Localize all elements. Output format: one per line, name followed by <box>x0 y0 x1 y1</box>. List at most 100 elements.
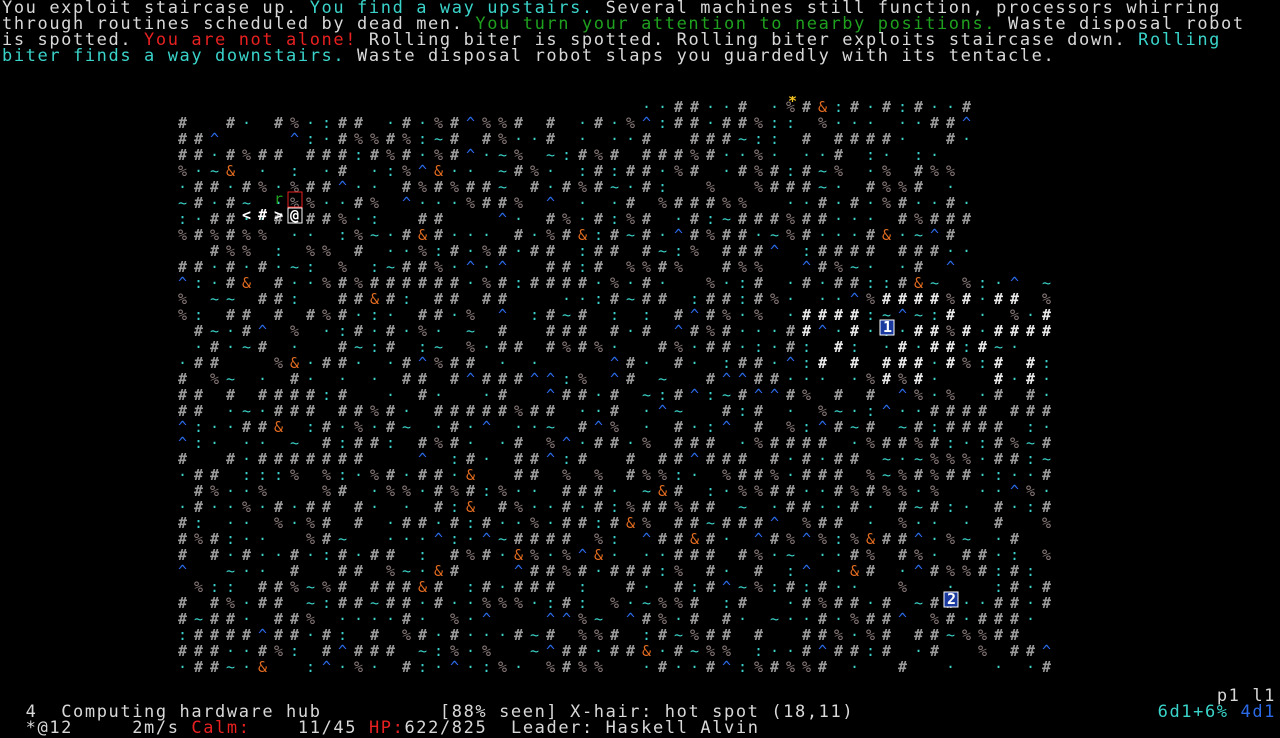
water-tile: ~ <box>210 290 219 308</box>
trap-tile: ^ <box>450 658 459 676</box>
trap-tile: ^ <box>178 562 187 580</box>
wall-tile: # <box>834 642 843 660</box>
floor-tile: · <box>850 658 859 676</box>
rubble-tile: % <box>434 354 443 372</box>
floor-tile: : <box>194 274 203 292</box>
trap-tile: ^ <box>818 322 827 340</box>
wall-tile: # <box>258 594 267 612</box>
rubble-tile: % <box>962 562 971 580</box>
floor-tile: · <box>530 418 539 436</box>
wall-tile: # <box>610 642 619 660</box>
wall-tile: # <box>530 274 539 292</box>
rubble-tile: % <box>498 594 507 612</box>
wall-tile: # <box>946 130 955 148</box>
wall-tile: # <box>546 338 555 356</box>
rubble-tile: % <box>498 658 507 676</box>
wall-tile: # <box>738 162 747 180</box>
wall-tile: # <box>210 658 219 676</box>
rubble-tile: % <box>178 226 187 244</box>
floor-tile: · <box>322 322 331 340</box>
wall-tile: # <box>306 306 315 324</box>
wall-tile: # <box>962 290 971 308</box>
floor-tile: · <box>674 658 683 676</box>
floor-tile: · <box>1010 338 1019 356</box>
rubble-tile: % <box>754 178 763 196</box>
wall-tile: # <box>322 354 331 372</box>
floor-tile: · <box>722 482 731 500</box>
wall-tile: # <box>882 370 891 388</box>
party-marker[interactable]: *@12 <box>26 718 73 738</box>
floor-tile: : <box>562 146 571 164</box>
item-star-icon: * <box>788 96 797 110</box>
trap-tile: ^ <box>290 130 299 148</box>
floor-tile: : <box>338 226 347 244</box>
floor-tile: : <box>194 434 203 452</box>
wall-tile: # <box>738 546 747 564</box>
wall-tile: # <box>818 658 827 676</box>
wall-tile: # <box>322 210 331 228</box>
wall-tile: # <box>594 178 603 196</box>
trap-tile: ^ <box>498 210 507 228</box>
wall-tile: # <box>642 178 651 196</box>
wall-tile: # <box>578 514 587 532</box>
wall-tile: # <box>514 370 523 388</box>
floor-tile: · <box>1026 610 1035 628</box>
wall-tile: # <box>194 658 203 676</box>
wall-tile: # <box>1042 594 1051 612</box>
rubble-tile: % <box>466 546 475 564</box>
wall-tile: # <box>370 434 379 452</box>
floor-tile: · <box>290 514 299 532</box>
trap-tile: ^ <box>802 530 811 548</box>
wall-tile: # <box>306 146 315 164</box>
rubble-tile: % <box>802 658 811 676</box>
floor-tile: · <box>850 370 859 388</box>
floor-tile: · <box>466 274 475 292</box>
floor-tile: · <box>482 146 491 164</box>
wall-tile: # <box>770 658 779 676</box>
wall-tile: # <box>274 306 283 324</box>
rubble-tile: % <box>786 658 795 676</box>
wall-tile: # <box>770 178 779 196</box>
floor-tile: · <box>818 546 827 564</box>
wall-tile: # <box>978 562 987 580</box>
water-tile: ~ <box>226 658 235 676</box>
floor-tile: : <box>866 642 875 660</box>
wall-tile: # <box>690 546 699 564</box>
floor-tile: · <box>466 658 475 676</box>
floor-tile: · <box>914 642 923 660</box>
wall-tile: # <box>834 418 843 436</box>
rubble-tile: % <box>690 242 699 260</box>
wall-tile: # <box>850 130 859 148</box>
wall-tile: # <box>1010 642 1019 660</box>
floor-tile: : <box>322 594 331 612</box>
wall-tile: # <box>994 290 1003 308</box>
floor-tile: : <box>274 466 283 484</box>
floor-tile: : <box>290 290 299 308</box>
floor-tile: : <box>306 658 315 676</box>
wall-tile: # <box>994 626 1003 644</box>
floor-tile: : <box>370 338 379 356</box>
floor-tile: · <box>354 354 363 372</box>
wall-tile: # <box>738 514 747 532</box>
trap-tile: ^ <box>466 114 475 132</box>
rubble-tile: % <box>930 162 939 180</box>
rubble-tile: % <box>562 562 571 580</box>
floor-tile: : <box>322 546 331 564</box>
rubble-tile: % <box>802 386 811 404</box>
floor-tile: · <box>354 610 363 628</box>
floor-tile: · <box>626 322 635 340</box>
water-tile: ~ <box>626 290 635 308</box>
floor-tile: · <box>482 338 491 356</box>
dungeon-map[interactable]: · · # # · · # ·% # &: # · #: # · · # # # · #% ·: # # · # ·% # ^%% # # ·… <box>0 96 1280 686</box>
floor-tile: : <box>770 578 779 596</box>
actor-tile: & <box>882 226 891 244</box>
hp-label: HP: <box>368 718 405 738</box>
rubble-tile: % <box>194 530 203 548</box>
rubble-tile: % <box>594 338 603 356</box>
rubble-tile: % <box>290 466 299 484</box>
wall-tile: # <box>594 114 603 132</box>
rubble-tile: % <box>978 642 987 660</box>
floor-tile: : <box>354 146 363 164</box>
wall-tile: # <box>882 98 891 116</box>
wall-tile: # <box>930 562 939 580</box>
